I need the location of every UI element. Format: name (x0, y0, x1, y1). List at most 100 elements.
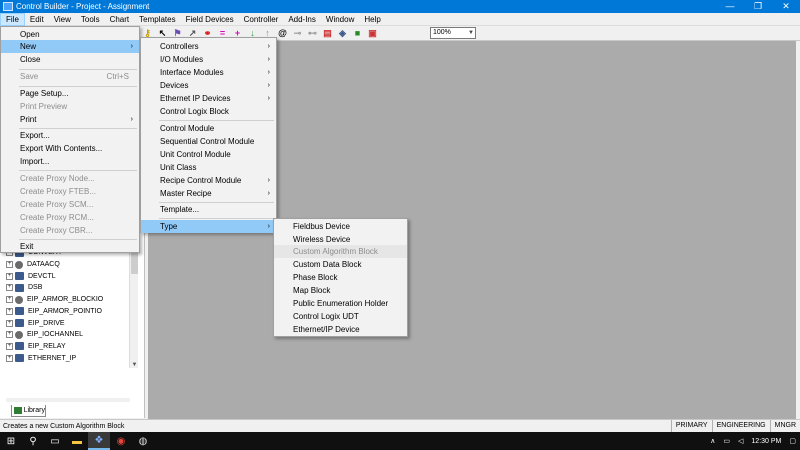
workspace-scrollbar[interactable] (796, 41, 800, 419)
menu-item-label: Control Module (160, 124, 215, 133)
menu-view[interactable]: View (49, 13, 76, 26)
menu-window[interactable]: Window (321, 13, 359, 26)
expand-icon[interactable]: + (6, 319, 13, 327)
tree-item[interactable]: + EIP_DRIVE (6, 317, 130, 329)
tree-horizontal-scrollbar[interactable] (6, 398, 130, 402)
volume-icon[interactable]: ◁ (738, 437, 743, 445)
file-create-proxy-cbr[interactable]: Create Proxy CBR... (1, 224, 139, 237)
new-type[interactable]: Type › (141, 220, 276, 233)
title-bar: Control Builder - Project - Assignment —… (0, 0, 800, 13)
clock[interactable]: 12:30 PM (751, 438, 781, 445)
new-control-module[interactable]: Control Module (141, 122, 276, 135)
library-tab[interactable]: Library (11, 405, 46, 417)
tray-up-icon[interactable]: ∧ (710, 437, 715, 445)
tree-item[interactable]: + DEVCTL (6, 270, 130, 282)
new-sequential-control-module[interactable]: Sequential Control Module (141, 135, 276, 148)
menu-add-ins[interactable]: Add-Ins (283, 13, 321, 26)
menu-controller[interactable]: Controller (239, 13, 284, 26)
file-page-setup[interactable]: Page Setup... (1, 87, 139, 100)
app-task-icon[interactable]: ◍ (132, 432, 154, 450)
connect-icon[interactable]: ⊷ (307, 28, 318, 39)
new-ethernet-ip-devices[interactable]: Ethernet IP Devices › (141, 92, 276, 105)
expand-icon[interactable]: + (6, 307, 13, 315)
tree-item[interactable]: + EIP_RELAY (6, 341, 130, 353)
type-custom-data-block[interactable]: Custom Data Block (274, 258, 407, 271)
windows-start-icon[interactable]: ⊞ (0, 432, 22, 450)
monitor-icon[interactable]: ▤ (322, 28, 333, 39)
chrome-icon[interactable]: ◉ (110, 432, 132, 450)
file-exit[interactable]: Exit (1, 240, 139, 253)
file-create-proxy-rcm[interactable]: Create Proxy RCM... (1, 211, 139, 224)
document-icon[interactable]: ▣ (367, 28, 378, 39)
tree-item[interactable]: + EIP_ARMOR_BLOCKIO (6, 294, 130, 306)
expand-icon[interactable]: + (6, 272, 13, 280)
tree-item[interactable]: + EIP_IOCHANNEL (6, 329, 130, 341)
file-export[interactable]: Export... (1, 129, 139, 142)
file-save[interactable]: Save Ctrl+S (1, 70, 139, 83)
type-map-block[interactable]: Map Block (274, 284, 407, 297)
submenu-arrow-icon: › (267, 223, 270, 230)
file-create-proxy-node[interactable]: Create Proxy Node... (1, 172, 139, 185)
menu-edit[interactable]: Edit (25, 13, 49, 26)
stack-icon[interactable]: ◈ (337, 28, 348, 39)
at-icon[interactable]: @ (277, 28, 288, 39)
disconnect-icon[interactable]: ⊸ (292, 28, 303, 39)
expand-icon[interactable]: + (6, 284, 13, 292)
status-primary: PRIMARY (670, 420, 712, 432)
menu-item-label: Map Block (293, 286, 331, 295)
menu-templates[interactable]: Templates (134, 13, 180, 26)
expand-icon[interactable]: + (6, 261, 13, 269)
zoom-select[interactable]: 100% ▼ (430, 27, 476, 39)
type-ethernet-ip-device[interactable]: Ethernet/IP Device (274, 323, 407, 336)
new-template[interactable]: Template... (141, 203, 276, 216)
expand-icon[interactable]: + (6, 342, 13, 350)
menu-field-devices[interactable]: Field Devices (181, 13, 239, 26)
expand-icon[interactable]: + (6, 354, 13, 362)
submenu-arrow-icon: › (267, 43, 270, 50)
file-print[interactable]: Print › (1, 113, 139, 126)
green-square-icon[interactable]: ■ (352, 28, 363, 39)
maximize-icon[interactable]: ❐ (744, 0, 772, 13)
type-public-enumeration-holder[interactable]: Public Enumeration Holder (274, 297, 407, 310)
tree-item[interactable]: + EIP_ARMOR_POINTIO (6, 306, 130, 318)
menu-chart[interactable]: Chart (105, 13, 135, 26)
new-io-modules[interactable]: I/O Modules › (141, 53, 276, 66)
type-phase-block[interactable]: Phase Block (274, 271, 407, 284)
new-master-recipe[interactable]: Master Recipe › (141, 187, 276, 200)
new-controllers[interactable]: Controllers › (141, 40, 276, 53)
menu-help[interactable]: Help (359, 13, 385, 26)
task-view-icon[interactable]: ▭ (44, 432, 66, 450)
scroll-down-icon[interactable]: ▼ (130, 362, 139, 368)
file-new[interactable]: New › (1, 40, 139, 53)
new-unit-control-module[interactable]: Unit Control Module (141, 148, 276, 161)
network-icon[interactable]: ▭ (723, 437, 730, 445)
file-create-proxy-scm[interactable]: Create Proxy SCM... (1, 198, 139, 211)
type-control-logix-udt[interactable]: Control Logix UDT (274, 310, 407, 323)
menu-file[interactable]: File (0, 12, 25, 26)
expand-icon[interactable]: + (6, 331, 13, 339)
expand-icon[interactable]: + (6, 296, 13, 304)
close-icon[interactable]: ✕ (772, 0, 800, 13)
file-explorer-icon[interactable]: ▬ (66, 432, 88, 450)
file-print-preview[interactable]: Print Preview (1, 100, 139, 113)
tree-item[interactable]: + ETHERNET_IP (6, 352, 130, 364)
search-icon[interactable]: ⚲ (22, 432, 44, 450)
new-interface-modules[interactable]: Interface Modules › (141, 66, 276, 79)
menu-item-label: Save (20, 72, 39, 81)
control-builder-task-icon[interactable]: ❖ (88, 432, 110, 450)
file-close[interactable]: Close (1, 53, 139, 66)
new-control-logix-block[interactable]: Control Logix Block (141, 105, 276, 118)
tree-item[interactable]: + DSB (6, 282, 130, 294)
type-fieldbus-device[interactable]: Fieldbus Device (274, 220, 407, 233)
new-devices[interactable]: Devices › (141, 79, 276, 92)
file-import[interactable]: Import... (1, 155, 139, 168)
file-create-proxy-fteb[interactable]: Create Proxy FTEB... (1, 185, 139, 198)
file-export-with-contents[interactable]: Export With Contents... (1, 142, 139, 155)
menu-tools[interactable]: Tools (76, 13, 105, 26)
new-unit-class[interactable]: Unit Class (141, 161, 276, 174)
type-custom-algorithm-block[interactable]: Custom Algorithm Block (274, 245, 407, 258)
minimize-icon[interactable]: — (716, 0, 744, 13)
tree-item[interactable]: + DATAACQ (6, 259, 130, 271)
notification-icon[interactable]: ▢ (789, 437, 796, 445)
new-recipe-control-module[interactable]: Recipe Control Module › (141, 174, 276, 187)
